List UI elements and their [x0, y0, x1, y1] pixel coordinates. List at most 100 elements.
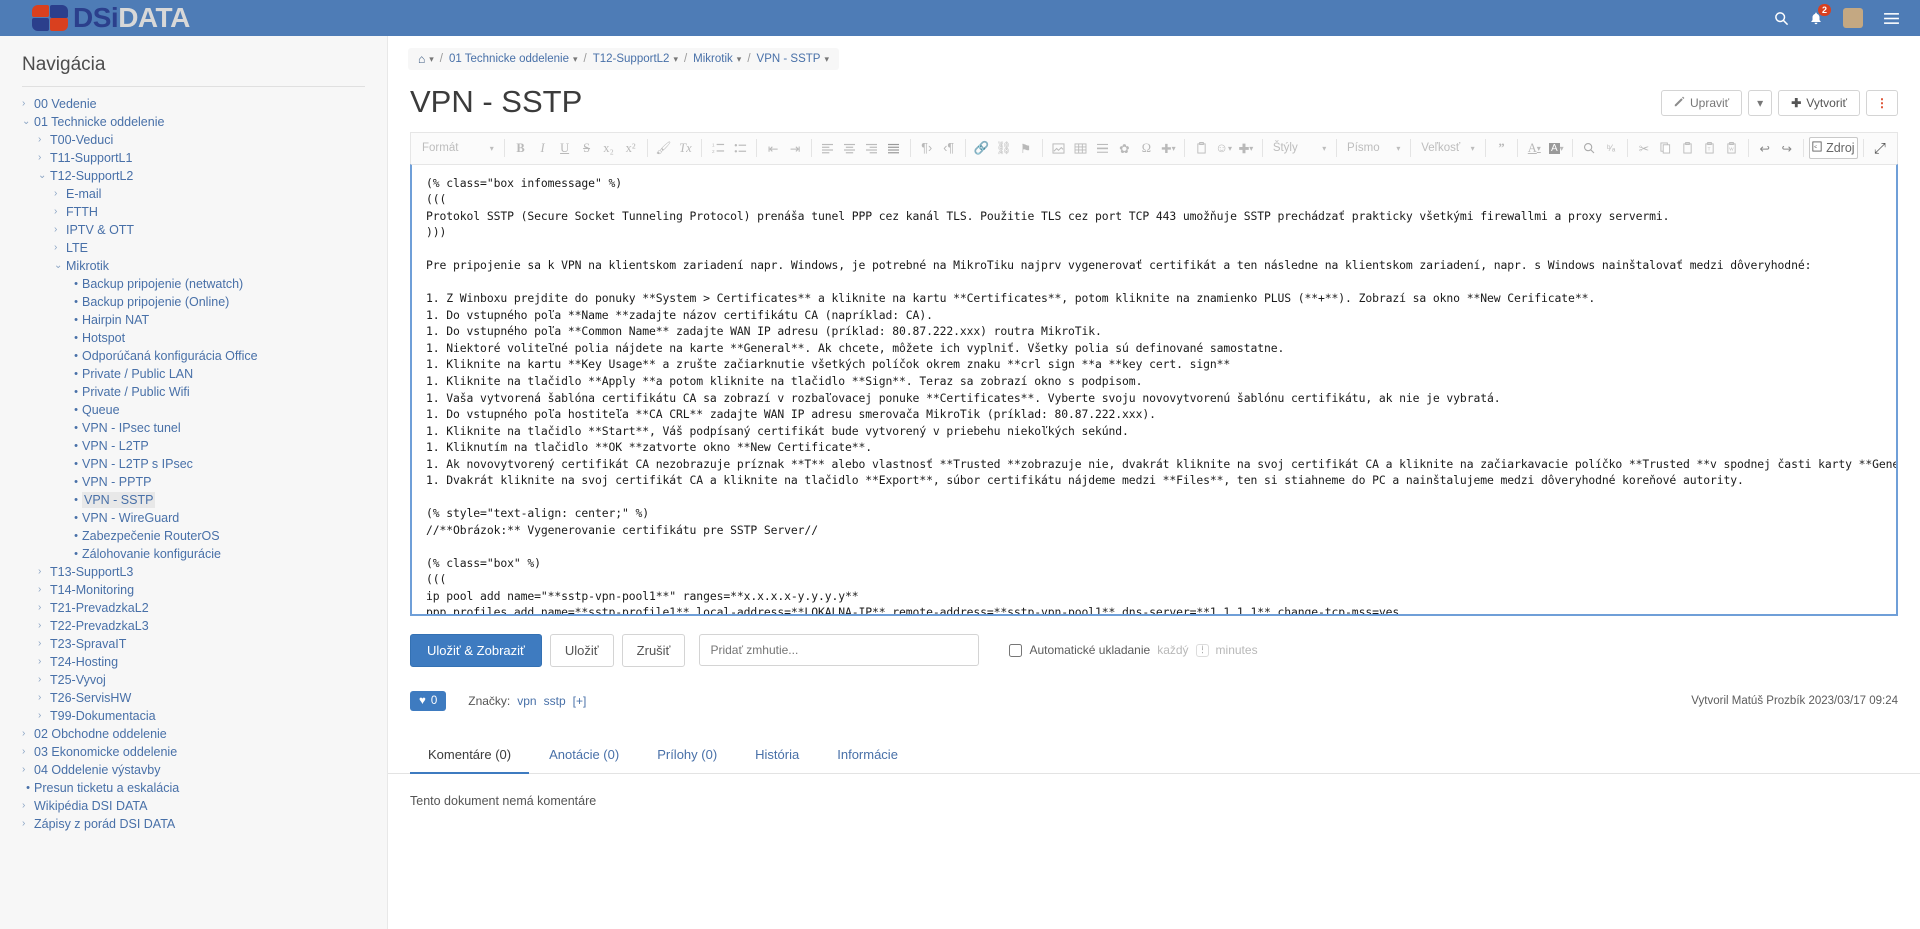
blockquote-icon[interactable]: ”	[1490, 137, 1512, 159]
size-select[interactable]: Veľkosť ▾	[1416, 137, 1479, 159]
hamburger-menu-icon[interactable]	[1883, 12, 1900, 25]
chevron-right-icon[interactable]: ›	[54, 222, 66, 238]
autosave-checkbox[interactable]	[1009, 643, 1023, 657]
sidebar-item-vpn-l2tp-s-ipsec[interactable]: • VPN - L2TP s IPsec	[22, 455, 387, 473]
home-icon[interactable]: ⌂	[418, 52, 425, 66]
table-icon[interactable]	[1069, 137, 1091, 159]
align-justify-icon[interactable]	[883, 137, 905, 159]
bullet-icon[interactable]: •	[70, 438, 82, 454]
remove-format-brush-icon[interactable]: 🖌	[652, 137, 674, 159]
sidebar-item-zabezpe-enie-routeros[interactable]: • Zabezpečenie RouterOS	[22, 527, 387, 545]
sidebar-item-t12-supportl2[interactable]: ⌄ T12-SupportL2	[22, 167, 387, 185]
unlink-icon[interactable]: ⛓	[993, 137, 1015, 159]
indent-icon[interactable]: ⇥	[784, 137, 806, 159]
text-color-icon[interactable]: A ▾	[1523, 137, 1545, 159]
chevron-right-icon[interactable]: ›	[38, 150, 50, 166]
sidebar-item-odpor-an-konfigur-cia-office[interactable]: • Odporúčaná konfigurácia Office	[22, 347, 387, 365]
bulleted-list-icon[interactable]	[729, 137, 751, 159]
brand-logo[interactable]: DSiDATA	[32, 4, 190, 32]
sidebar-item-hotspot[interactable]: • Hotspot	[22, 329, 387, 347]
tab-hist-ria[interactable]: História	[737, 737, 817, 774]
sidebar-item-vpn-pptp[interactable]: • VPN - PPTP	[22, 473, 387, 491]
sidebar-item-t14-monitoring[interactable]: › T14-Monitoring	[22, 581, 387, 599]
chevron-right-icon[interactable]: ›	[22, 816, 34, 832]
autosave-interval-input[interactable]	[1195, 643, 1209, 657]
chevron-right-icon[interactable]: ›	[38, 132, 50, 148]
chevron-down-icon[interactable]: ▾	[673, 54, 678, 65]
breadcrumb-item-3[interactable]: VPN - SSTP	[757, 53, 821, 65]
edit-button[interactable]: Upraviť	[1660, 90, 1743, 116]
breadcrumb-item-0[interactable]: 01 Technicke oddelenie	[449, 53, 569, 65]
horizontal-rule-icon[interactable]	[1091, 137, 1113, 159]
maximize-icon[interactable]: ⤢	[1869, 137, 1891, 159]
undo-icon[interactable]: ↩	[1754, 137, 1776, 159]
chevron-down-icon[interactable]: ▾	[573, 54, 578, 65]
sidebar-item-03-ekonomicke-oddelenie[interactable]: › 03 Ekonomicke oddelenie	[22, 743, 387, 761]
sidebar-item-backup-pripojenie-netwatch[interactable]: • Backup pripojenie (netwatch)	[22, 275, 387, 293]
breadcrumb-item-2[interactable]: Mikrotik	[693, 53, 733, 65]
cut-icon[interactable]: ✂	[1633, 137, 1655, 159]
tab-pr-lohy-0[interactable]: Prílohy (0)	[639, 737, 735, 774]
sidebar-item-02-obchodne-oddelenie[interactable]: › 02 Obchodne oddelenie	[22, 725, 387, 743]
tag-sstp[interactable]: sstp	[544, 694, 566, 708]
bullet-icon[interactable]: •	[70, 420, 82, 436]
paste-icon[interactable]	[1677, 137, 1699, 159]
rtl-icon[interactable]: ‹¶	[938, 137, 960, 159]
image-icon[interactable]	[1047, 137, 1069, 159]
background-color-icon[interactable]: A ▾	[1545, 137, 1567, 159]
sidebar-item-wikip-dia-dsi-data[interactable]: › Wikipédia DSI DATA	[22, 797, 387, 815]
sidebar-item-queue[interactable]: • Queue	[22, 401, 387, 419]
bullet-icon[interactable]: •	[70, 510, 82, 526]
sidebar-item-04-oddelenie-v-stavby[interactable]: › 04 Oddelenie výstavby	[22, 761, 387, 779]
chevron-right-icon[interactable]: ›	[38, 690, 50, 706]
copy-icon[interactable]	[1655, 137, 1677, 159]
sidebar-item-t26-servishw[interactable]: › T26-ServisHW	[22, 689, 387, 707]
like-button[interactable]: ♥ 0	[410, 690, 447, 711]
tag-vpn[interactable]: vpn	[517, 694, 536, 708]
ltr-icon[interactable]: ¶›	[916, 137, 938, 159]
chevron-down-icon[interactable]: ⌄	[54, 258, 66, 274]
superscript-icon[interactable]: x²	[620, 137, 642, 159]
chevron-down-icon[interactable]: ▾	[429, 54, 434, 65]
sidebar-item-presun-ticketu-a-eskal-cia[interactable]: • Presun ticketu a eskalácia	[22, 779, 387, 797]
bullet-icon[interactable]: •	[22, 780, 34, 796]
sidebar-item-t22-prevadzkal3[interactable]: › T22-PrevadzkaL3	[22, 617, 387, 635]
bullet-icon[interactable]: •	[70, 402, 82, 418]
bullet-icon[interactable]: •	[70, 294, 82, 310]
chevron-right-icon[interactable]: ›	[38, 672, 50, 688]
chevron-right-icon[interactable]: ›	[54, 204, 66, 220]
bell-icon[interactable]: 2	[1809, 3, 1831, 26]
insert-plus-icon[interactable]: ✚ ▾	[1157, 137, 1179, 159]
bullet-icon[interactable]: •	[70, 456, 82, 472]
create-button[interactable]: ✚ Vytvoriť	[1778, 90, 1860, 116]
chevron-down-icon[interactable]: ⌄	[22, 114, 34, 130]
format-select[interactable]: Formát ▾	[417, 137, 499, 159]
chevron-down-icon[interactable]: ▾	[737, 54, 742, 65]
outdent-icon[interactable]: ⇤	[762, 137, 784, 159]
sidebar-item-t25-vyvoj[interactable]: › T25-Vyvoj	[22, 671, 387, 689]
change-comment-input[interactable]	[699, 634, 980, 667]
sidebar-item-z-lohovanie-konfigur-cie[interactable]: • Zálohovanie konfigurácie	[22, 545, 387, 563]
sidebar-item-hairpin-nat[interactable]: • Hairpin NAT	[22, 311, 387, 329]
bullet-icon[interactable]: •	[70, 366, 82, 382]
insert-macro-icon[interactable]: ✚ ▾	[1235, 137, 1257, 159]
clear-formatting-icon[interactable]: Tx	[674, 137, 696, 159]
special-character-icon[interactable]: Ω	[1135, 137, 1157, 159]
sidebar-item-t23-spravait[interactable]: › T23-SpravaIT	[22, 635, 387, 653]
sidebar-item-z-pisy-z-por-d-dsi-data[interactable]: › Zápisy z porád DSI DATA	[22, 815, 387, 833]
strikethrough-icon[interactable]: S	[576, 137, 598, 159]
settings-gear-icon[interactable]: ✿	[1113, 137, 1135, 159]
chevron-right-icon[interactable]: ›	[38, 600, 50, 616]
replace-icon[interactable]: ᵇ⁄ₐ	[1600, 137, 1622, 159]
chevron-right-icon[interactable]: ›	[38, 708, 50, 724]
sidebar-item-vpn-wireguard[interactable]: • VPN - WireGuard	[22, 509, 387, 527]
bullet-icon[interactable]: •	[70, 492, 82, 508]
paste-text-icon[interactable]: T	[1699, 137, 1721, 159]
subscript-icon[interactable]: x₂	[598, 137, 620, 159]
sidebar-item-backup-pripojenie-online[interactable]: • Backup pripojenie (Online)	[22, 293, 387, 311]
redo-icon[interactable]: ↪	[1776, 137, 1798, 159]
sidebar-item-lte[interactable]: › LTE	[22, 239, 387, 257]
source-button[interactable]: < Zdroj	[1808, 137, 1859, 160]
chevron-down-icon[interactable]: ▾	[824, 54, 829, 65]
save-and-view-button[interactable]: Uložiť & Zobraziť	[410, 633, 542, 667]
